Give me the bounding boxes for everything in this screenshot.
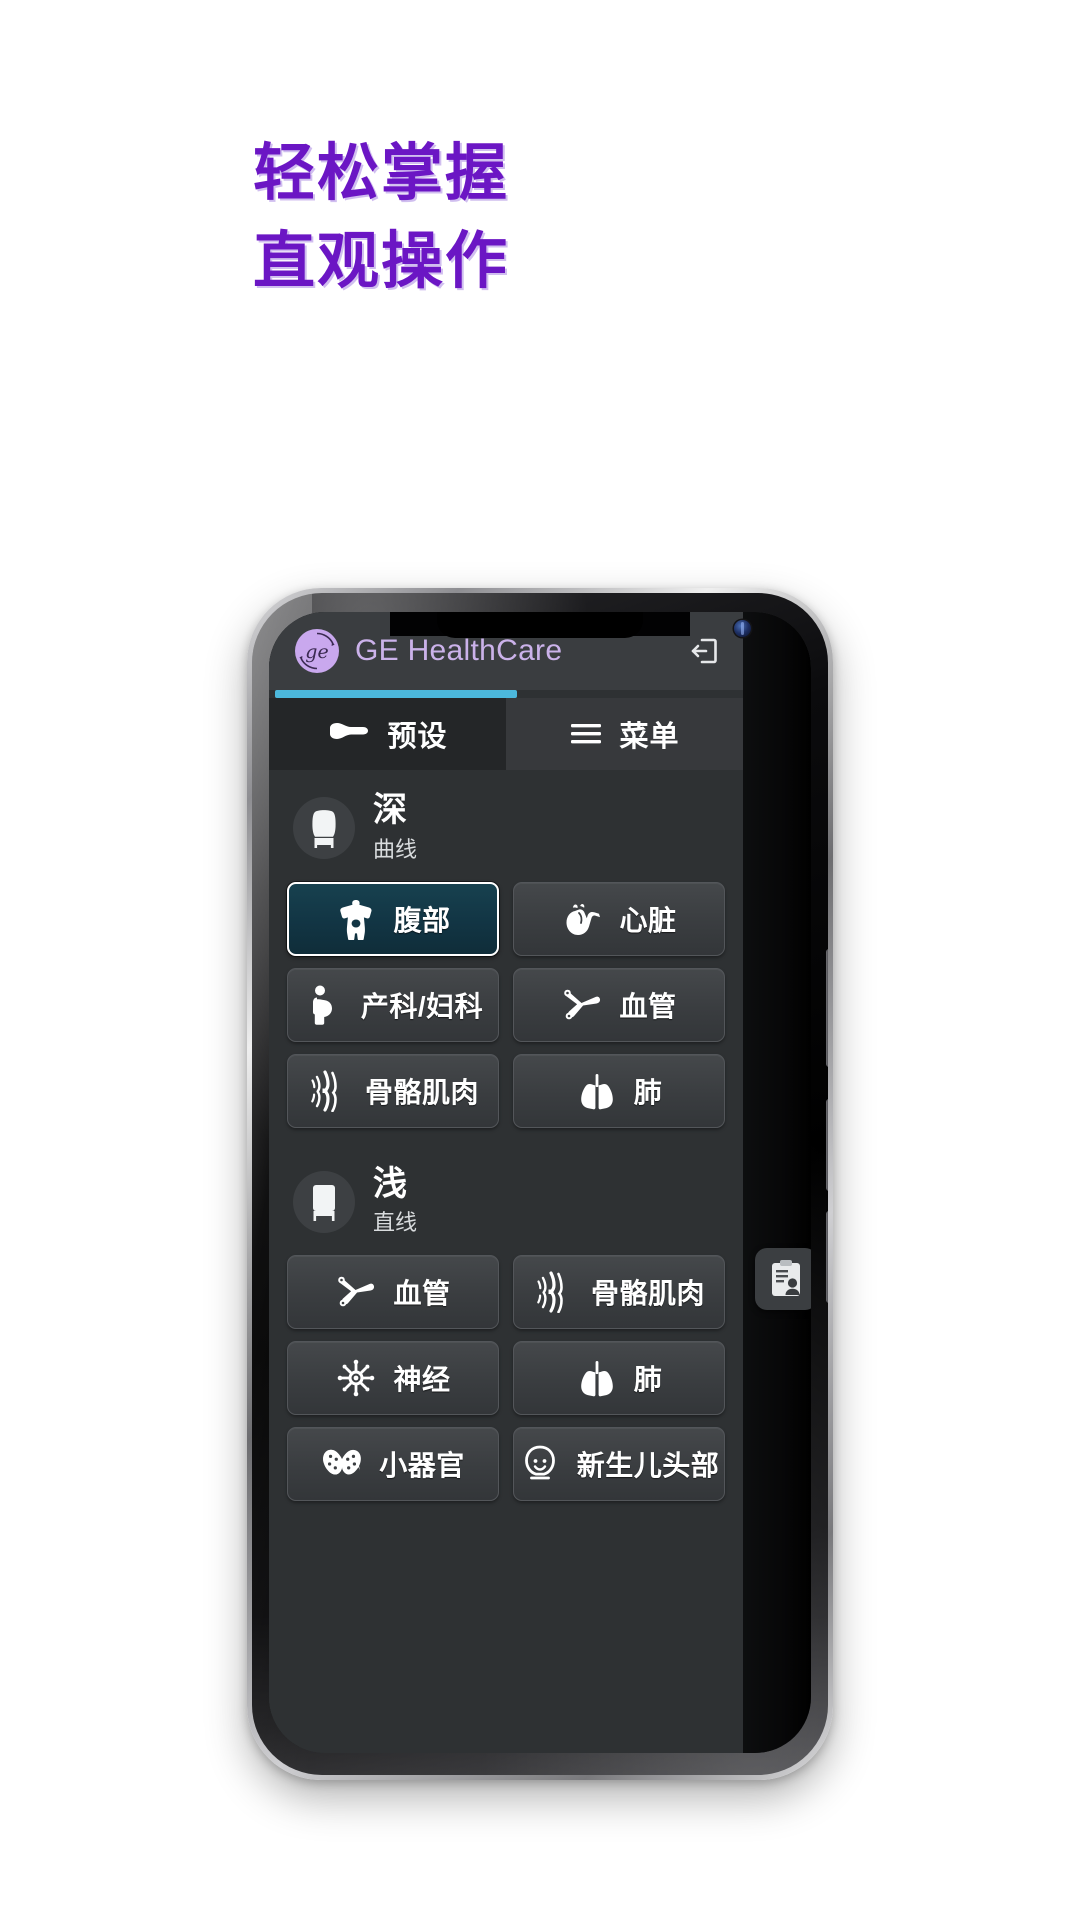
tab-presets[interactable]: 预设	[269, 698, 506, 770]
group-subtitle-shallow: 直线	[373, 1210, 418, 1236]
group-title-shallow: 浅	[373, 1164, 407, 1203]
nerve-icon	[335, 1357, 377, 1399]
svg-text:ge: ge	[305, 641, 328, 663]
thyroid-icon	[321, 1443, 363, 1485]
phone-notch	[437, 612, 643, 638]
preset-abdomen-label: 腹部	[393, 904, 451, 936]
volume-up-button[interactable]	[826, 1099, 828, 1191]
lung-icon	[576, 1070, 618, 1112]
power-button[interactable]	[826, 949, 828, 1067]
preset-small-parts-label: 小器官	[379, 1450, 465, 1482]
preset-msk-deep-label: 骨骼肌肉	[364, 1076, 479, 1108]
logout-icon[interactable]	[687, 634, 721, 668]
preset-grid-deep: 腹部 心脏 产科/妇科 血管 骨骼肌肉 肺	[287, 881, 725, 1128]
vascular-icon	[335, 1271, 377, 1313]
preset-neonatal-head-label: 新生儿头部	[576, 1450, 720, 1482]
preset-grid-shallow: 血管 骨骼肌肉 神经 肺 小器官 新生儿头部	[287, 1255, 725, 1502]
preset-vascular-deep-label: 血管	[619, 990, 677, 1022]
preset-cardiac-label: 心脏	[619, 904, 677, 936]
neonatal-head-icon	[519, 1443, 561, 1485]
tab-bar: 预设 菜单	[269, 698, 743, 770]
ge-monogram-icon: ge	[295, 629, 339, 673]
headline-line-2: 直观操作	[253, 227, 510, 297]
preset-msk-shallow-label: 骨骼肌肉	[590, 1278, 705, 1310]
preset-content: 深 曲线 腹部 心脏 产科/妇科 血管 骨骼肌肉 肺 浅 直线 血管 骨骼肌肉 …	[269, 770, 743, 1753]
musculoskeletal-icon	[533, 1271, 575, 1314]
section-divider	[287, 1128, 725, 1144]
abdomen-icon	[335, 898, 377, 940]
preset-nerve[interactable]: 神经	[287, 1341, 499, 1416]
preset-vascular-deep[interactable]: 血管	[513, 967, 725, 1042]
phone-mockup: ge GE HealthCare 预设 菜单 深 曲线 腹部 心脏 产科/妇科 …	[247, 588, 833, 1780]
group-titles-shallow: 浅 直线	[373, 1164, 418, 1238]
preset-neonatal-head[interactable]: 新生儿头部	[513, 1427, 725, 1502]
preset-obgyn[interactable]: 产科/妇科	[287, 967, 499, 1042]
lung-icon	[576, 1357, 618, 1399]
phone-screen: ge GE HealthCare 预设 菜单 深 曲线 腹部 心脏 产科/妇科 …	[269, 612, 811, 1753]
tab-menu-label: 菜单	[619, 721, 680, 753]
preset-lung-deep-label: 肺	[633, 1076, 663, 1108]
preset-cardiac[interactable]: 心脏	[513, 881, 725, 956]
group-titles-deep: 深 曲线	[373, 792, 417, 864]
group-title-deep: 深	[373, 791, 407, 829]
preset-msk-deep[interactable]: 骨骼肌肉	[287, 1053, 499, 1128]
preset-vascular-shallow[interactable]: 血管	[287, 1255, 499, 1330]
musculoskeletal-icon	[307, 1070, 349, 1112]
front-camera-icon	[734, 620, 751, 637]
headline-line-1: 轻松掌握	[253, 139, 510, 208]
accent-progress-fill	[275, 690, 517, 698]
preset-abdomen[interactable]: 腹部	[287, 881, 499, 956]
preset-small-parts[interactable]: 小器官	[287, 1427, 499, 1502]
preset-nerve-label: 神经	[393, 1364, 451, 1396]
volume-down-button[interactable]	[826, 1211, 828, 1303]
group-header-deep: 深 曲线	[287, 770, 725, 882]
phone-body: ge GE HealthCare 预设 菜单 深 曲线 腹部 心脏 产科/妇科 …	[252, 593, 828, 1775]
accent-progress-bar	[269, 690, 743, 698]
screen-inner: ge GE HealthCare 预设 菜单 深 曲线 腹部 心脏 产科/妇科 …	[269, 612, 811, 1753]
brand-name: GE HealthCare	[355, 634, 563, 667]
preset-lung-shallow[interactable]: 肺	[513, 1341, 725, 1416]
group-subtitle-deep: 曲线	[373, 836, 418, 862]
tab-menu[interactable]: 菜单	[506, 698, 743, 770]
marketing-headline: 轻松掌握 直观操作	[253, 130, 953, 306]
hamburger-menu-icon	[569, 721, 603, 747]
preset-msk-shallow[interactable]: 骨骼肌肉	[513, 1255, 725, 1330]
worksheet-side-tab[interactable]	[755, 1248, 811, 1310]
app-container: ge GE HealthCare 预设 菜单 深 曲线 腹部 心脏 产科/妇科 …	[269, 612, 743, 1753]
preset-lung-shallow-label: 肺	[633, 1364, 663, 1396]
preset-lung-deep[interactable]: 肺	[513, 1053, 725, 1128]
curved-probe-icon	[293, 796, 355, 859]
preset-vascular-shallow-label: 血管	[393, 1278, 451, 1310]
vascular-icon	[561, 984, 603, 1026]
screen-dark-edge	[743, 612, 811, 1753]
group-header-shallow: 浅 直线	[287, 1144, 725, 1256]
obgyn-icon	[303, 984, 345, 1026]
ultrasound-probe-icon	[327, 719, 371, 749]
heart-icon	[561, 898, 603, 940]
tab-presets-label: 预设	[387, 721, 448, 753]
linear-probe-icon	[293, 1170, 355, 1233]
preset-obgyn-label: 产科/妇科	[360, 990, 484, 1022]
